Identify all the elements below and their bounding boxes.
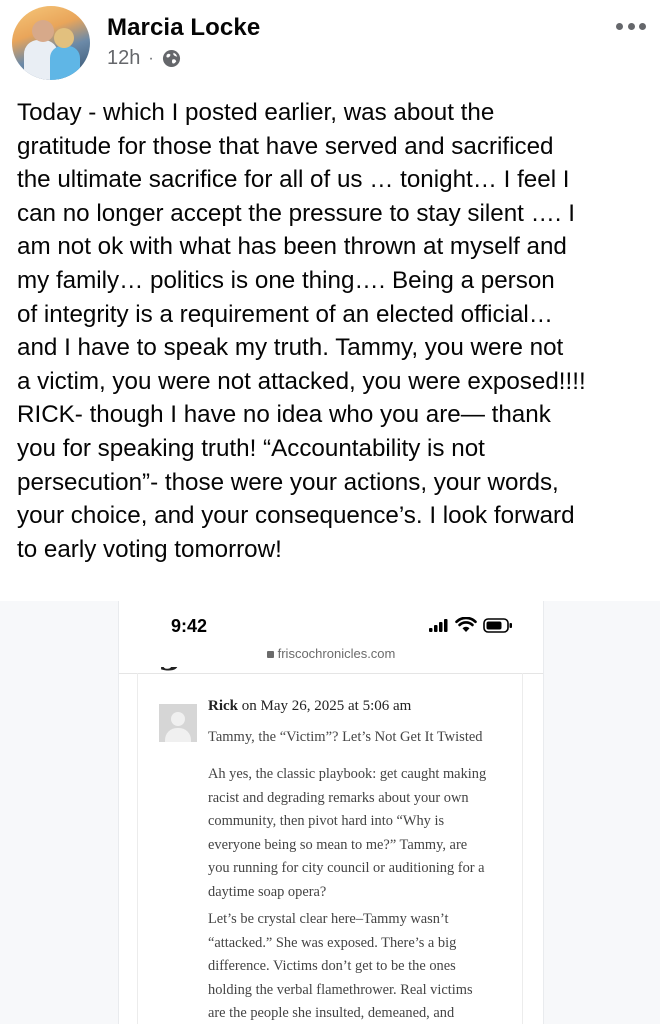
url-text: friscochronicles.com — [277, 646, 396, 662]
post-body-text: Today - which I posted earlier, was abou… — [17, 99, 586, 563]
comment-author[interactable]: Rick — [208, 698, 238, 714]
comment-date[interactable]: on May 26, 2025 at 5:06 am — [242, 698, 412, 714]
post-header: Marcia Locke 12h · — [0, 0, 660, 90]
comment-title: Tammy, the “Victim”? Let’s Not Get It Tw… — [208, 729, 483, 745]
author-avatar[interactable] — [12, 6, 90, 80]
comment-paragraph-2: Let’s be crystal clear here–Tammy wasn’t… — [208, 911, 473, 1022]
signal-icon — [429, 619, 448, 632]
status-bar-time: 9:42 — [171, 616, 208, 636]
author-name[interactable]: Marcia Locke — [107, 14, 260, 42]
status-bar-icons — [429, 617, 513, 633]
comments-heading-cropped: 3 Comments — [159, 667, 379, 681]
globe-icon — [162, 49, 180, 68]
lock-icon — [266, 651, 274, 659]
battery-icon — [483, 617, 512, 633]
attached-screenshot[interactable]: 9:42 friscochronicles.com 3 Comments Ric… — [118, 601, 544, 1024]
post-meta: 12h · — [107, 47, 181, 70]
comment-paragraph-1: Ah yes, the classic playbook: get caught… — [208, 766, 487, 900]
post-time[interactable]: 12h — [107, 47, 140, 70]
meta-separator: · — [148, 49, 154, 67]
wifi-icon — [455, 617, 477, 632]
more-options-icon[interactable] — [616, 20, 646, 32]
comment-byline: Rick on May 26, 2025 at 5:06 am — [208, 698, 411, 715]
commenter-avatar — [159, 704, 197, 742]
